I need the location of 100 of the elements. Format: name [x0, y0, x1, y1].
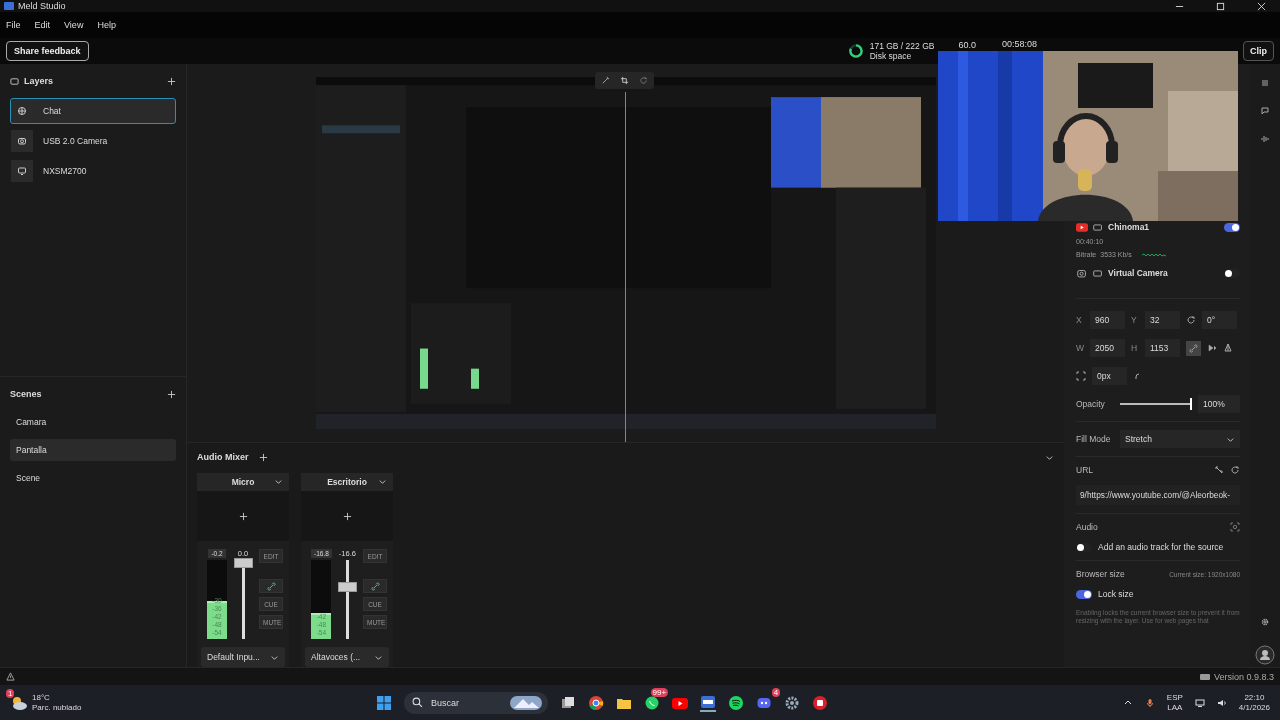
link-icon — [370, 581, 380, 591]
channel-header[interactable]: Escritorio — [301, 473, 393, 491]
temperature: 18°C — [32, 692, 51, 703]
clip-button[interactable]: Clip — [1243, 41, 1274, 61]
url-field[interactable]: 9/https://www.youtube.com/@Aleorbeok- — [1076, 485, 1240, 505]
fader-handle[interactable] — [337, 581, 357, 592]
fps-reading: 60.0 — [958, 40, 976, 50]
width-field[interactable]: 2050 — [1090, 339, 1125, 357]
scene-item[interactable]: Scene — [10, 467, 176, 489]
disk-usage-ring — [847, 43, 864, 59]
layers-icon — [10, 76, 19, 86]
camera-icon — [17, 136, 27, 146]
monitor-icon — [1092, 222, 1104, 232]
scenes-title: Scenes — [10, 389, 42, 399]
keyboard-layout[interactable]: LAA — [1167, 702, 1183, 713]
app-logo-icon — [4, 2, 14, 10]
device-dropdown[interactable]: Default Inpu... — [201, 647, 285, 667]
menu-item[interactable]: Edit — [34, 20, 51, 30]
browser-icon[interactable] — [588, 694, 605, 711]
pointer-icon[interactable] — [1214, 465, 1224, 475]
corner-radius-field[interactable]: 0px — [1092, 367, 1127, 385]
link-aspect-button[interactable] — [1186, 340, 1201, 356]
audio-mixer-title: Audio Mixer — [197, 452, 249, 462]
volume-fader[interactable] — [233, 560, 253, 639]
audio-wave-icon[interactable] — [1260, 134, 1270, 144]
app-icon[interactable] — [700, 693, 717, 712]
gear-icon[interactable] — [784, 694, 801, 711]
y-field[interactable]: 32 — [1145, 311, 1180, 329]
add-filter-icon[interactable] — [238, 511, 248, 521]
window-title: Meld Studio — [18, 1, 66, 11]
weather-badge: 1 — [6, 688, 15, 698]
audio-toggle-label: Add an audio track for the source — [1098, 542, 1224, 552]
close-icon[interactable] — [1257, 1, 1266, 11]
opacity-field[interactable]: 100% — [1198, 395, 1240, 413]
warning-icon[interactable] — [6, 672, 15, 681]
device-dropdown[interactable]: Altavoces (... — [305, 647, 389, 667]
music-app-icon[interactable] — [728, 694, 745, 711]
menu-item[interactable]: File — [6, 20, 21, 30]
chevron-down-icon — [274, 477, 283, 486]
layer-item[interactable]: NXSM2700 — [10, 158, 176, 184]
w-label: W — [1076, 343, 1084, 353]
lock-size-label: Lock size — [1098, 589, 1134, 599]
input-language[interactable]: ESP — [1166, 692, 1183, 703]
output-name: Chinoma1 — [1108, 222, 1150, 232]
height-field[interactable]: 1153 — [1145, 339, 1180, 357]
scene-item[interactable]: Camara — [10, 411, 176, 433]
weather-icon — [10, 694, 28, 711]
add-filter-icon[interactable] — [342, 511, 352, 521]
microphone-icon[interactable] — [1144, 697, 1155, 708]
monitor-icon — [17, 166, 27, 176]
link-button[interactable] — [259, 579, 283, 593]
x-field[interactable]: 960 — [1090, 311, 1125, 329]
notification-badge: 99+ — [650, 687, 669, 697]
crop-icon[interactable] — [620, 76, 629, 85]
fader-handle[interactable] — [233, 558, 253, 568]
volume-fader[interactable] — [337, 560, 357, 639]
url-label: URL — [1076, 465, 1094, 475]
stop-icon[interactable] — [812, 694, 829, 711]
chat-icon[interactable] — [1260, 106, 1270, 116]
wand-icon[interactable] — [601, 76, 610, 85]
layers-title: Layers — [24, 76, 54, 86]
version-label: Version 0.9.8.3 — [1213, 671, 1274, 682]
layer-item[interactable]: Chat — [10, 98, 176, 124]
bitrate-sparkline — [1141, 252, 1166, 257]
flip-vertical-icon[interactable] — [1223, 343, 1233, 353]
output-toggle[interactable] — [1224, 222, 1240, 232]
h-label: H — [1131, 343, 1139, 353]
start-icon[interactable] — [376, 694, 393, 711]
monitor-icon — [1092, 268, 1104, 278]
task-view-icon[interactable] — [560, 694, 577, 711]
channel-name: Micro — [231, 477, 255, 487]
network-icon[interactable] — [1194, 697, 1205, 708]
add-channel-icon[interactable] — [258, 452, 268, 462]
camera-icon — [1076, 268, 1088, 278]
maximize-icon[interactable] — [1216, 1, 1225, 11]
fill-mode-dropdown[interactable]: Stretch — [1120, 430, 1240, 448]
chat-bubble-icon[interactable] — [644, 694, 661, 711]
fill-mode-label: Fill Mode — [1076, 434, 1112, 444]
volume-icon[interactable] — [1216, 697, 1227, 708]
flip-horizontal-icon[interactable] — [1207, 343, 1217, 353]
audio-toggle[interactable] — [1076, 542, 1092, 552]
settings-icon[interactable] — [1260, 617, 1270, 627]
menu-item[interactable]: Help — [97, 20, 116, 30]
channel-header[interactable]: Micro — [197, 473, 289, 491]
add-layer-icon[interactable] — [167, 76, 176, 86]
scene-item[interactable]: Pantalla — [10, 439, 176, 461]
taskbar-search[interactable]: Buscar — [404, 691, 549, 714]
rotation-field[interactable]: 0° — [1202, 311, 1237, 329]
link-button[interactable] — [363, 579, 387, 593]
rotate-icon[interactable] — [639, 76, 648, 85]
share-feedback-button[interactable]: Share feedback — [6, 41, 89, 61]
clock-time[interactable]: 22:10 — [1244, 692, 1265, 703]
menu-item[interactable]: View — [64, 20, 84, 30]
user-avatar-icon[interactable] — [1255, 645, 1275, 665]
output-toggle[interactable] — [1224, 268, 1240, 278]
refresh-icon[interactable] — [1230, 465, 1240, 475]
clock-date[interactable]: 4/1/2026 — [1238, 702, 1270, 713]
layer-item[interactable]: USB 2.0 Camera — [10, 128, 176, 154]
add-scene-icon[interactable] — [167, 389, 176, 399]
lock-size-toggle[interactable] — [1076, 589, 1092, 599]
